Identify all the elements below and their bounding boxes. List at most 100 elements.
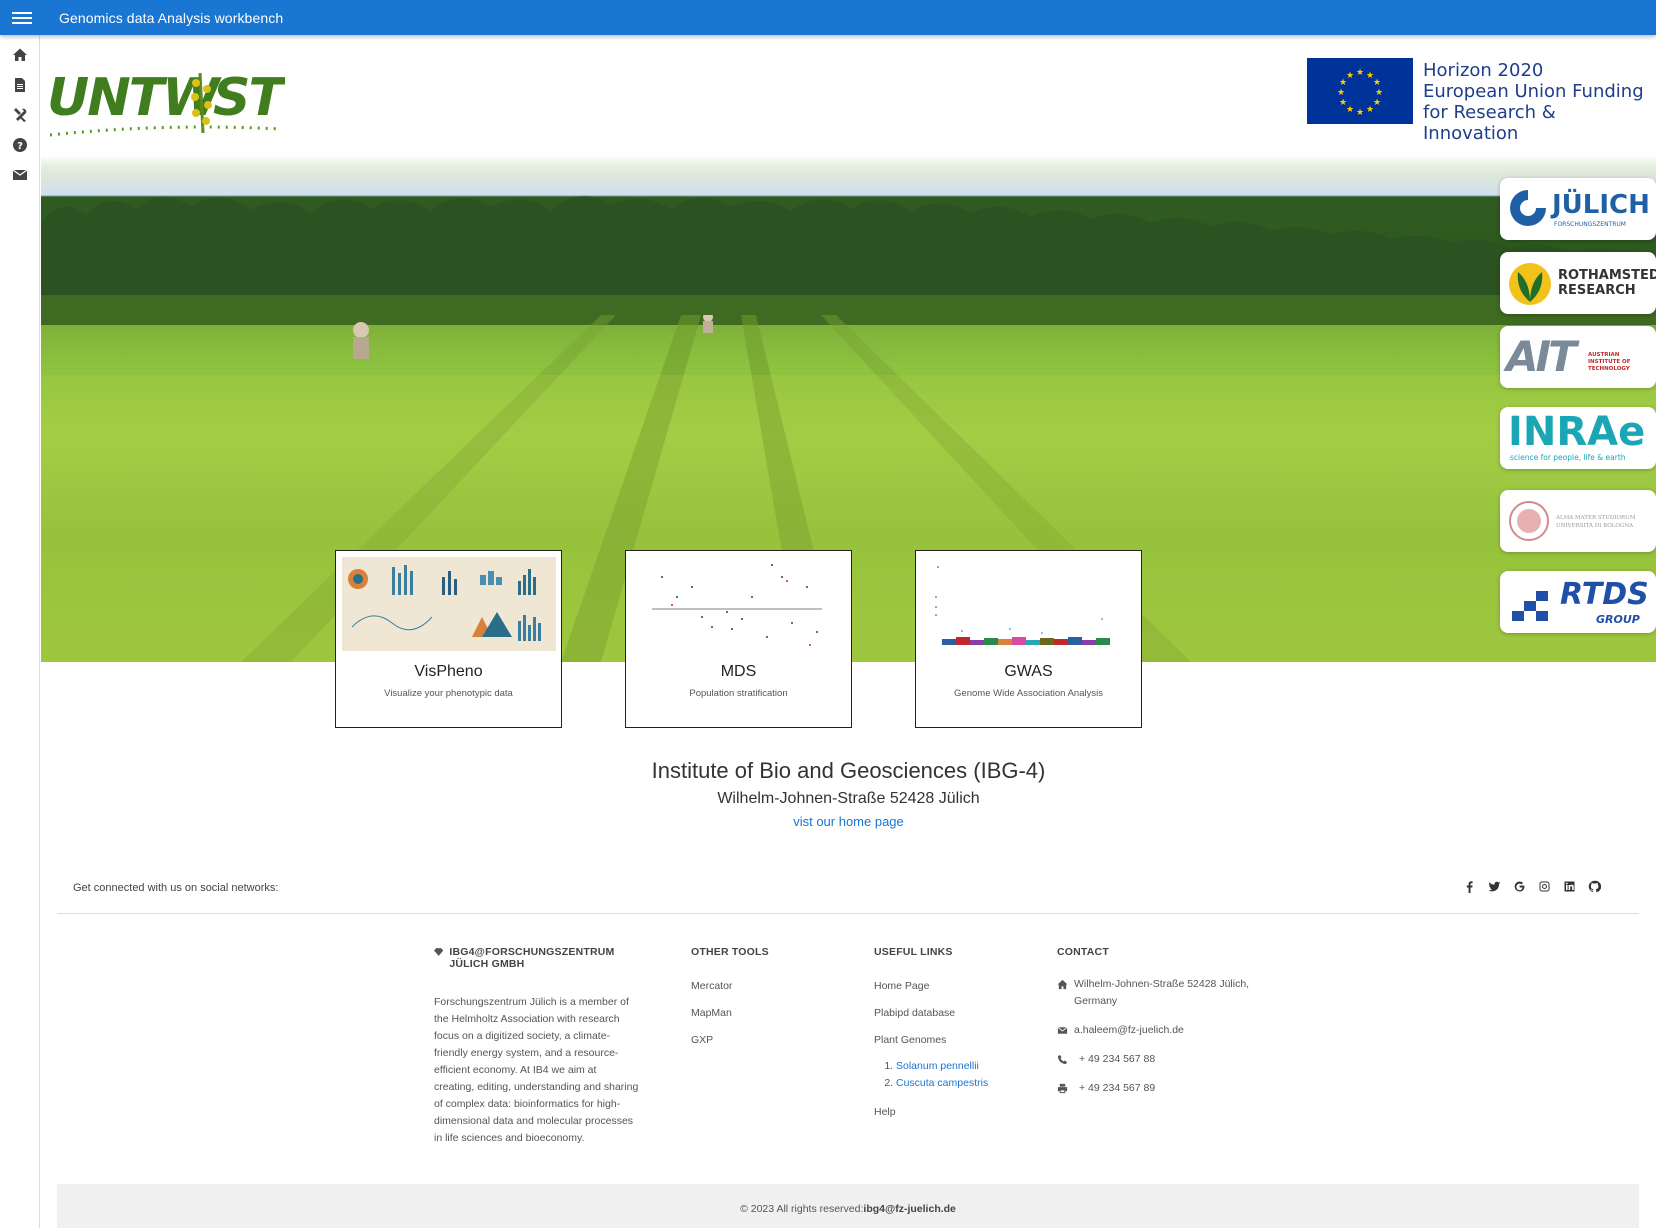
footer-divider bbox=[57, 913, 1639, 914]
phone-icon bbox=[1057, 1054, 1068, 1065]
tools-icon[interactable] bbox=[12, 107, 28, 123]
svg-text:★: ★ bbox=[1337, 88, 1345, 98]
partner-inrae-logo[interactable]: INRAe science for people, life & earth bbox=[1500, 407, 1656, 469]
sidebar: ? bbox=[0, 35, 40, 1228]
about-text: Forschungszentrum Jülich is a member of … bbox=[434, 996, 639, 1144]
card-subtitle: Visualize your phenotypic data bbox=[384, 688, 513, 699]
gwas-thumbnail bbox=[922, 557, 1136, 651]
rtds-name: RTDS bbox=[1560, 577, 1649, 612]
social-icons bbox=[1463, 880, 1602, 893]
about-heading: IBG4@FORSCHUNGSZENTRUM JÜLICH GMBH bbox=[449, 946, 615, 970]
julich-name: JÜLICH bbox=[1552, 190, 1650, 220]
genome-link[interactable]: Cuscuta campestris bbox=[896, 1077, 988, 1089]
copyright-text: © 2023 All rights reserved: bbox=[740, 1203, 864, 1215]
card-subtitle: Genome Wide Association Analysis bbox=[954, 688, 1103, 699]
partner-ait-logo[interactable]: AIT AUSTRIAN INSTITUTE OF TECHNOLOGY bbox=[1500, 326, 1656, 388]
inrae-sub: science for people, life & earth bbox=[1510, 453, 1626, 462]
eu-flag-icon: ★ ★ ★ ★ ★ ★ ★ ★ ★ ★ ★ ★ bbox=[1307, 58, 1413, 124]
card-title: MDS bbox=[720, 663, 757, 680]
rothamsted-line-2: RESEARCH bbox=[1558, 283, 1636, 298]
link-plant-genomes[interactable]: Plant Genomes bbox=[874, 1034, 1034, 1046]
tool-link-mercator[interactable]: Mercator bbox=[691, 980, 841, 992]
genome-list: Solanum pennellii Cuscuta campestris bbox=[874, 1058, 1034, 1092]
card-vispheno[interactable]: VisPheno Visualize your phenotypic data bbox=[335, 550, 562, 728]
svg-text:★: ★ bbox=[1373, 98, 1381, 108]
treeline-image bbox=[41, 196, 1656, 325]
contact-address: Wilhelm-Johnen-Straße 52428 Jülich, Germ… bbox=[1074, 978, 1250, 1007]
help-icon[interactable]: ? bbox=[12, 137, 28, 153]
footer-tools: OTHER TOOLS Mercator MapMan GXP bbox=[691, 946, 841, 1046]
institute-section: Institute of Bio and Geosciences (IBG-4)… bbox=[41, 758, 1656, 831]
envelope-icon bbox=[1057, 1026, 1068, 1034]
horizon-2020-logo: ★ ★ ★ ★ ★ ★ ★ ★ ★ ★ ★ ★ Horizon 2020 European Uni… bbox=[1307, 56, 1654, 144]
tool-link-mapman[interactable]: MapMan bbox=[691, 1007, 841, 1019]
app-title: Genomics data Analysis workbench bbox=[59, 9, 284, 26]
bologna-line-1: ALMA MATER STUDIORUM bbox=[1556, 515, 1636, 521]
link-help[interactable]: Help bbox=[874, 1106, 1034, 1118]
mail-icon[interactable] bbox=[12, 167, 28, 183]
partner-julich-logo[interactable]: JÜLICH FORSCHUNGSZENTRUM bbox=[1500, 178, 1656, 240]
partner-bologna-logo[interactable]: ALMA MATER STUDIORUM UNIVERSITÀ DI BOLOG… bbox=[1500, 490, 1656, 552]
horizon-line-3: for Research & Innovation bbox=[1423, 102, 1556, 144]
card-subtitle: Population stratification bbox=[689, 688, 788, 699]
julich-swirl-icon bbox=[1510, 190, 1546, 226]
home-icon bbox=[1057, 979, 1068, 990]
svg-text:★: ★ bbox=[1366, 105, 1374, 115]
menu-icon[interactable] bbox=[12, 9, 32, 27]
horizon-line-2: European Union Funding bbox=[1423, 81, 1644, 102]
partner-rtds-logo[interactable]: RTDS GROUP bbox=[1500, 571, 1656, 633]
institute-address: Wilhelm-Johnen-Straße 52428 Jülich bbox=[717, 790, 980, 807]
home-page-link[interactable]: vist our home page bbox=[793, 814, 904, 829]
genome-item: Solanum pennellii bbox=[896, 1058, 1034, 1075]
tools-heading: OTHER TOOLS bbox=[691, 946, 769, 958]
rothamsted-line-1: ROTHAMSTED bbox=[1558, 268, 1656, 283]
partner-rothamsted-logo[interactable]: ROTHAMSTED RESEARCH bbox=[1500, 252, 1656, 314]
card-gwas[interactable]: GWAS Genome Wide Association Analysis bbox=[915, 550, 1142, 728]
linkedin-icon[interactable] bbox=[1563, 880, 1576, 893]
copyright-email[interactable]: ibg4@fz-juelich.de bbox=[863, 1203, 956, 1215]
svg-text:★: ★ bbox=[1356, 68, 1364, 78]
bologna-seal-icon bbox=[1509, 501, 1549, 541]
ait-name: AIT bbox=[1506, 332, 1577, 381]
svg-text:★: ★ bbox=[1339, 98, 1347, 108]
link-plabipd[interactable]: Plabipd database bbox=[874, 1007, 1034, 1019]
horizon-line-1: Horizon 2020 bbox=[1423, 60, 1544, 81]
card-title: VisPheno bbox=[414, 663, 483, 680]
svg-text:★: ★ bbox=[1356, 108, 1364, 118]
facebook-icon[interactable] bbox=[1463, 880, 1476, 893]
julich-sub: FORSCHUNGSZENTRUM bbox=[1554, 221, 1626, 228]
svg-text:★: ★ bbox=[1373, 78, 1381, 88]
gem-icon bbox=[434, 948, 444, 956]
social-text: Get connected with us on social networks… bbox=[73, 882, 279, 894]
svg-text:★: ★ bbox=[1346, 71, 1354, 81]
document-icon[interactable] bbox=[12, 77, 28, 93]
contact-heading: CONTACT bbox=[1057, 946, 1109, 958]
mds-thumbnail bbox=[632, 557, 846, 651]
rtds-checker-icon bbox=[1512, 591, 1548, 621]
bologna-line-2: UNIVERSITÀ DI BOLOGNA bbox=[1556, 523, 1634, 529]
card-mds[interactable]: MDS Population stratification bbox=[625, 550, 852, 728]
tool-link-gxp[interactable]: GXP bbox=[691, 1034, 841, 1046]
github-icon[interactable] bbox=[1588, 880, 1602, 893]
contact-fax: + 49 234 567 89 bbox=[1079, 1082, 1156, 1094]
untwist-logo: UNTW ST bbox=[47, 68, 285, 137]
instagram-icon[interactable] bbox=[1538, 880, 1551, 893]
home-icon[interactable] bbox=[12, 47, 28, 63]
contact-email[interactable]: a.haleem@fz-juelich.de bbox=[1074, 1022, 1184, 1039]
google-icon[interactable] bbox=[1513, 880, 1526, 893]
card-title: GWAS bbox=[1004, 663, 1053, 680]
svg-text:?: ? bbox=[17, 141, 23, 152]
footer-contact: CONTACT Wilhelm-Johnen-Straße 52428 Jüli… bbox=[1057, 946, 1267, 1097]
contact-phone: + 49 234 567 88 bbox=[1079, 1053, 1156, 1065]
institute-name: Institute of Bio and Geosciences (IBG-4) bbox=[651, 758, 1046, 783]
rothamsted-leaf-icon bbox=[1509, 263, 1551, 305]
genome-link[interactable]: Solanum pennellii bbox=[896, 1060, 979, 1072]
ait-sub: AUSTRIAN INSTITUTE OF TECHNOLOGY bbox=[1588, 352, 1631, 372]
top-app-bar: Genomics data Analysis workbench bbox=[0, 0, 1656, 35]
footer-links: USEFUL LINKS Home Page Plabipd database … bbox=[874, 946, 1034, 1118]
svg-text:★: ★ bbox=[1375, 88, 1383, 98]
link-home-page[interactable]: Home Page bbox=[874, 980, 1034, 992]
genome-item: Cuscuta campestris bbox=[896, 1075, 1034, 1092]
twitter-icon[interactable] bbox=[1488, 880, 1501, 893]
inrae-name: INRAe bbox=[1508, 409, 1646, 455]
